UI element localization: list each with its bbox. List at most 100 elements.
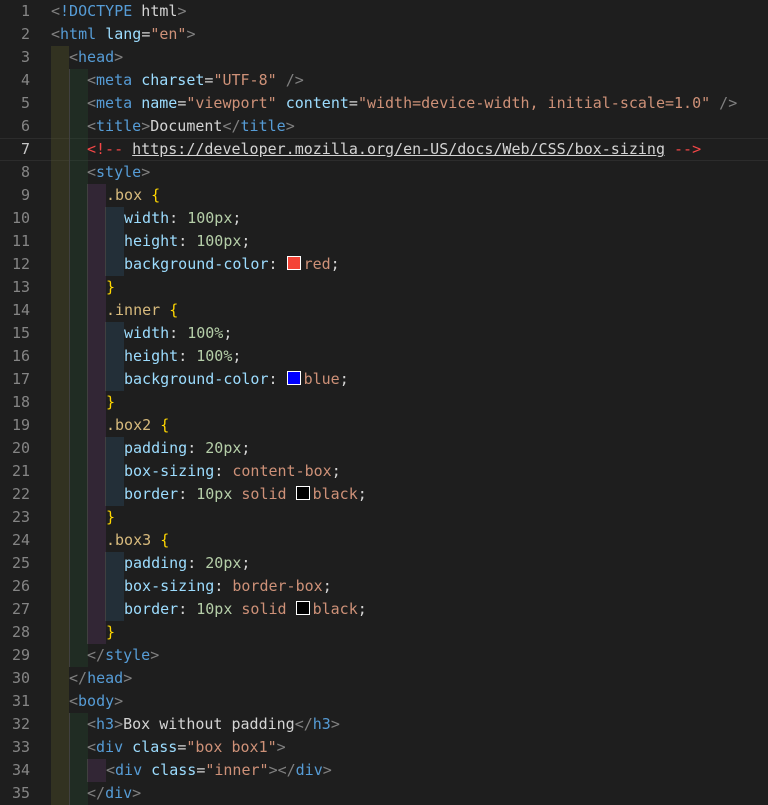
color-swatch-icon[interactable] [295, 486, 310, 500]
code-token: 100px [187, 209, 233, 227]
code-line[interactable]: 15 width: 100%; [0, 322, 768, 345]
code-line[interactable]: 18} [0, 391, 768, 414]
code-line[interactable]: 4 <meta charset="UTF-8" /> [0, 69, 768, 92]
code-line[interactable]: 8 <style> [0, 161, 768, 184]
code-token: ; [322, 577, 332, 595]
line-number: 25 [11, 554, 30, 572]
code-line[interactable]: 21 box-sizing: content-box; [0, 460, 768, 483]
code-line[interactable]: 11 height: 100px; [0, 230, 768, 253]
code-line[interactable]: 34 <div class="inner"></div> [0, 759, 768, 782]
code-token: : [187, 554, 206, 572]
code-line[interactable]: 26 box-sizing: border-box; [0, 575, 768, 598]
code-token: h3 [96, 715, 115, 733]
code-line[interactable]: 33 <div class="box box1"> [0, 736, 768, 759]
indent-guide [69, 644, 88, 667]
code-line[interactable]: 2 <html lang="en"> [0, 23, 768, 46]
code-token: { [169, 301, 179, 319]
code-line[interactable]: 6 <title>Document</title> [0, 115, 768, 138]
code-token: border [124, 600, 179, 618]
code-line[interactable]: 32 <h3>Box without padding</h3> [0, 713, 768, 736]
indent-guide [51, 713, 69, 736]
code-token: .box2 [106, 416, 152, 434]
code-token: black [312, 485, 358, 503]
code-line[interactable]: 24 .box3 { [0, 529, 768, 552]
code-token: 20px [205, 439, 242, 457]
code-text: <head> [69, 46, 123, 69]
code-text: <!-- https://developer.mozilla.org/en-US… [87, 138, 701, 161]
code-line[interactable]: 9 .box { [0, 184, 768, 207]
code-line[interactable]: 30 </head> [0, 667, 768, 690]
code-token: height [124, 347, 179, 365]
indent-guide [105, 322, 124, 345]
code-token: ; [241, 439, 251, 457]
code-token: body [78, 692, 115, 710]
code-line[interactable]: 29 </style> [0, 644, 768, 667]
line-number: 28 [11, 623, 30, 641]
indent-guide [51, 69, 69, 92]
color-swatch-icon[interactable] [286, 371, 301, 385]
code-line[interactable]: 14 .inner { [0, 299, 768, 322]
code-token: = [141, 25, 151, 43]
code-token: : [178, 485, 197, 503]
line-number: 9 [20, 186, 30, 204]
code-text: } [106, 621, 115, 644]
indent-guide [51, 391, 69, 414]
url-link[interactable]: https://developer.mozilla.org/en-US/docs… [132, 140, 665, 158]
indent-guide [51, 506, 69, 529]
code-token: blue [303, 370, 340, 388]
indent-guide [51, 276, 69, 299]
code-line[interactable]: 7 <!-- https://developer.mozilla.org/en-U… [0, 138, 768, 161]
code-text: <style> [87, 161, 150, 184]
code-text: <title>Document</title> [87, 115, 295, 138]
code-line[interactable]: 1 <!DOCTYPE html> [0, 0, 768, 23]
indent-guide [69, 736, 88, 759]
code-text: </style> [87, 644, 159, 667]
line-number: 17 [11, 370, 30, 388]
code-text: border: 10px solid black; [124, 483, 367, 506]
code-line[interactable]: 5 <meta name="viewport" content="width=de… [0, 92, 768, 115]
indent-guide [69, 759, 88, 782]
indent-guide [69, 299, 88, 322]
code-line[interactable]: 13} [0, 276, 768, 299]
code-token: ; [339, 370, 349, 388]
code-text: <div class="inner"></div> [106, 759, 332, 782]
code-token: ; [232, 209, 242, 227]
code-token: ; [357, 485, 367, 503]
code-text: <body> [69, 690, 123, 713]
code-line[interactable]: 31 <body> [0, 690, 768, 713]
code-token: </ [87, 784, 106, 802]
code-line[interactable]: 23} [0, 506, 768, 529]
code-token: <!-- [87, 140, 133, 158]
code-line[interactable]: 12 background-color: red; [0, 253, 768, 276]
code-line[interactable]: 22 border: 10px solid black; [0, 483, 768, 506]
code-line[interactable]: 19 .box2 { [0, 414, 768, 437]
code-token: < [87, 71, 97, 89]
code-line[interactable]: 20 padding: 20px; [0, 437, 768, 460]
code-token: box-sizing [124, 577, 215, 595]
indent-guide [51, 667, 69, 690]
code-line[interactable]: 10 width: 100px; [0, 207, 768, 230]
code-line[interactable]: 3 <head> [0, 46, 768, 69]
code-token: ; [331, 462, 341, 480]
indent-guide [87, 299, 106, 322]
code-line[interactable]: 27 border: 10px solid black; [0, 598, 768, 621]
code-token: > [285, 117, 295, 135]
code-token: ; [330, 255, 340, 273]
code-token: border-box [232, 577, 323, 595]
indent-guide [51, 253, 69, 276]
code-line[interactable]: 25 padding: 20px; [0, 552, 768, 575]
code-token: < [69, 48, 79, 66]
indent-guide [51, 460, 69, 483]
code-line[interactable]: 16 height: 100%; [0, 345, 768, 368]
code-line[interactable]: 28} [0, 621, 768, 644]
color-swatch-icon[interactable] [286, 256, 301, 270]
color-swatch-icon[interactable] [295, 601, 310, 615]
code-token: padding [124, 554, 188, 572]
indent-guide [69, 414, 88, 437]
indent-guide [51, 598, 69, 621]
code-line[interactable]: 17 background-color: blue; [0, 368, 768, 391]
code-editor[interactable]: 1 <!DOCTYPE html> 2 <html lang="en"> 3 <head>… [0, 0, 768, 805]
indent-guide [87, 253, 106, 276]
